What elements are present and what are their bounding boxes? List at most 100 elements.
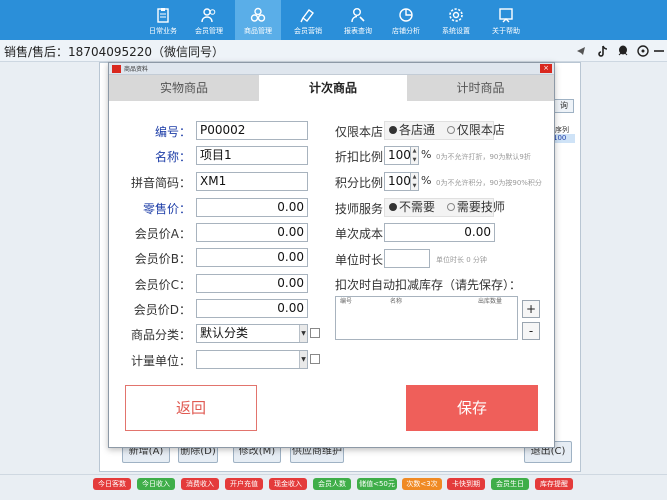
user-bar: 销售/售后：18704095220（微信同号） (0, 40, 667, 62)
badge-stock-alert[interactable]: 库存提醒 (535, 478, 573, 490)
tab-count-goods[interactable]: 计次商品 (259, 75, 407, 101)
pinyin-field[interactable]: XM1 (196, 172, 308, 191)
nav-label: 会员管理 (195, 27, 223, 35)
member-price-a-field[interactable]: 0.00 (196, 223, 308, 242)
points-field[interactable]: 100 (384, 172, 411, 191)
points-label: 积分比例： (335, 176, 396, 190)
tiktok-icon[interactable] (596, 44, 610, 58)
dingtalk-icon[interactable] (574, 44, 588, 58)
nav-daily-business[interactable]: 日常业务 (140, 0, 186, 40)
discount-field[interactable]: 100 (384, 146, 411, 165)
close-icon[interactable]: × (540, 64, 552, 73)
member-price-d-field[interactable]: 0.00 (196, 299, 308, 318)
minimize-icon[interactable] (652, 44, 666, 58)
selected-cell: 100 (553, 134, 575, 143)
edit-category-icon[interactable] (310, 328, 320, 338)
member-price-b-label: 会员价B： (134, 252, 191, 266)
unit-label: 计量单位： (130, 354, 191, 368)
nav-system-settings[interactable]: 系统设置 (433, 0, 479, 40)
badge-today-customers[interactable]: 今日客数 (93, 478, 131, 490)
product-list-right-column: 询 序列 100 (552, 95, 576, 435)
retail-price-field[interactable]: 0.00 (196, 198, 308, 217)
unit-cost-field[interactable]: 0.00 (384, 223, 495, 242)
gear-icon (449, 8, 463, 22)
badge-today-income[interactable]: 今日收入 (137, 478, 175, 490)
dialog-title: 商品资料 (124, 66, 149, 73)
points-unit: % (421, 174, 432, 187)
nav-store-analysis[interactable]: 店铺分析 (383, 0, 429, 40)
technician-label: 技师服务： (335, 202, 396, 216)
badge-account-recharge[interactable]: 开户充值 (225, 478, 263, 490)
name-field[interactable]: 项目1 (196, 146, 308, 165)
badge-cash-income[interactable]: 现金收入 (269, 478, 307, 490)
nav-label: 会员营销 (294, 27, 322, 35)
back-button[interactable]: 返回 (125, 385, 257, 431)
dialog-titlebar: 商品资料 × (109, 63, 554, 75)
service-icon[interactable] (636, 44, 650, 58)
product-info-dialog: 商品资料 × 实物商品 计次商品 计时商品 编号： P00002 名称： 项目1… (108, 62, 555, 448)
discount-hint: 0为不允许打折，90为默认9折 (436, 153, 531, 161)
badge-member-count[interactable]: 会员人数 (313, 478, 351, 490)
unit-cost-label: 单次成本： (335, 227, 396, 241)
badge-card-expiring[interactable]: 卡快到期 (447, 478, 485, 490)
code-label: 编号： (154, 125, 191, 139)
unit-select[interactable] (196, 350, 308, 369)
chevron-down-icon[interactable]: ▼ (299, 325, 307, 342)
discount-label: 折扣比例： (335, 150, 396, 164)
stock-deduct-grid[interactable]: 编号 名称 出库数量 (335, 296, 518, 340)
retail-price-label: 零售价： (142, 202, 191, 216)
tab-timed-goods[interactable]: 计时商品 (407, 75, 554, 101)
name-label: 名称： (154, 150, 191, 164)
nav-report-query[interactable]: 报表查询 (335, 0, 381, 40)
help-icon (499, 8, 513, 23)
nav-label: 商品管理 (244, 27, 272, 35)
member-price-c-field[interactable]: 0.00 (196, 274, 308, 293)
store-scope-radio-group: 各店通 仅限本店 (384, 121, 505, 140)
add-row-button[interactable]: + (522, 300, 540, 318)
nav-label: 报表查询 (344, 27, 372, 35)
technician-option-required[interactable]: 需要技师 (446, 200, 505, 214)
nav-member-marketing[interactable]: 会员营销 (285, 0, 331, 40)
radio-unchecked-icon (446, 126, 455, 134)
badge-low-balance[interactable]: 储值<50元 (357, 478, 397, 490)
store-option-all[interactable]: 各店通 (389, 123, 435, 137)
clipboard-icon (157, 8, 169, 23)
category-value: 默认分类 (200, 326, 249, 340)
query-button[interactable]: 询 (554, 99, 574, 113)
chevron-down-icon[interactable]: ▼ (299, 351, 307, 368)
member-price-b-field[interactable]: 0.00 (196, 248, 308, 267)
member-price-c-label: 会员价C： (134, 278, 191, 292)
points-stepper[interactable]: ▲ ▼ (411, 172, 419, 191)
members-icon (201, 8, 216, 23)
status-bar: 今日客数 今日收入 消费收入 开户充值 现金收入 会员人数 储值<50元 次数<… (0, 474, 667, 500)
nav-label: 关于帮助 (492, 27, 520, 35)
badge-consumption-income[interactable]: 消费收入 (181, 478, 219, 490)
code-field[interactable]: P00002 (196, 121, 308, 140)
qq-icon[interactable] (616, 44, 630, 58)
duration-field[interactable] (384, 249, 430, 268)
remove-row-button[interactable]: - (522, 322, 540, 340)
duration-hint: 单位时长 0 分钟 (436, 256, 487, 264)
nav-product-management[interactable]: 商品管理 (235, 0, 281, 40)
badge-member-birthday[interactable]: 会员生日 (491, 478, 529, 490)
technician-option-none[interactable]: 不需要 (389, 200, 435, 214)
pinyin-label: 拼音简码： (130, 176, 191, 190)
report-icon (351, 8, 365, 23)
store-scope-label: 仅限本店： (335, 125, 396, 139)
category-select[interactable]: 默认分类 (196, 324, 308, 343)
technician-radio-group: 不需要 需要技师 (384, 198, 505, 217)
save-button[interactable]: 保存 (406, 385, 538, 431)
tab-physical-goods[interactable]: 实物商品 (109, 75, 259, 101)
radio-checked-icon (389, 203, 397, 211)
category-label: 商品分类： (130, 328, 191, 342)
edit-unit-icon[interactable] (310, 354, 320, 364)
nav-member-management[interactable]: 会员管理 (186, 0, 232, 40)
products-icon (250, 7, 266, 22)
product-type-tabs: 实物商品 计次商品 计时商品 (109, 75, 554, 101)
badge-low-count[interactable]: 次数<3次 (402, 478, 442, 490)
nav-about-help[interactable]: 关于帮助 (483, 0, 529, 40)
store-option-local[interactable]: 仅限本店 (446, 123, 505, 137)
marketing-icon (300, 9, 314, 23)
discount-stepper[interactable]: ▲ ▼ (411, 146, 419, 165)
grid-header-code: 编号 (340, 298, 353, 305)
